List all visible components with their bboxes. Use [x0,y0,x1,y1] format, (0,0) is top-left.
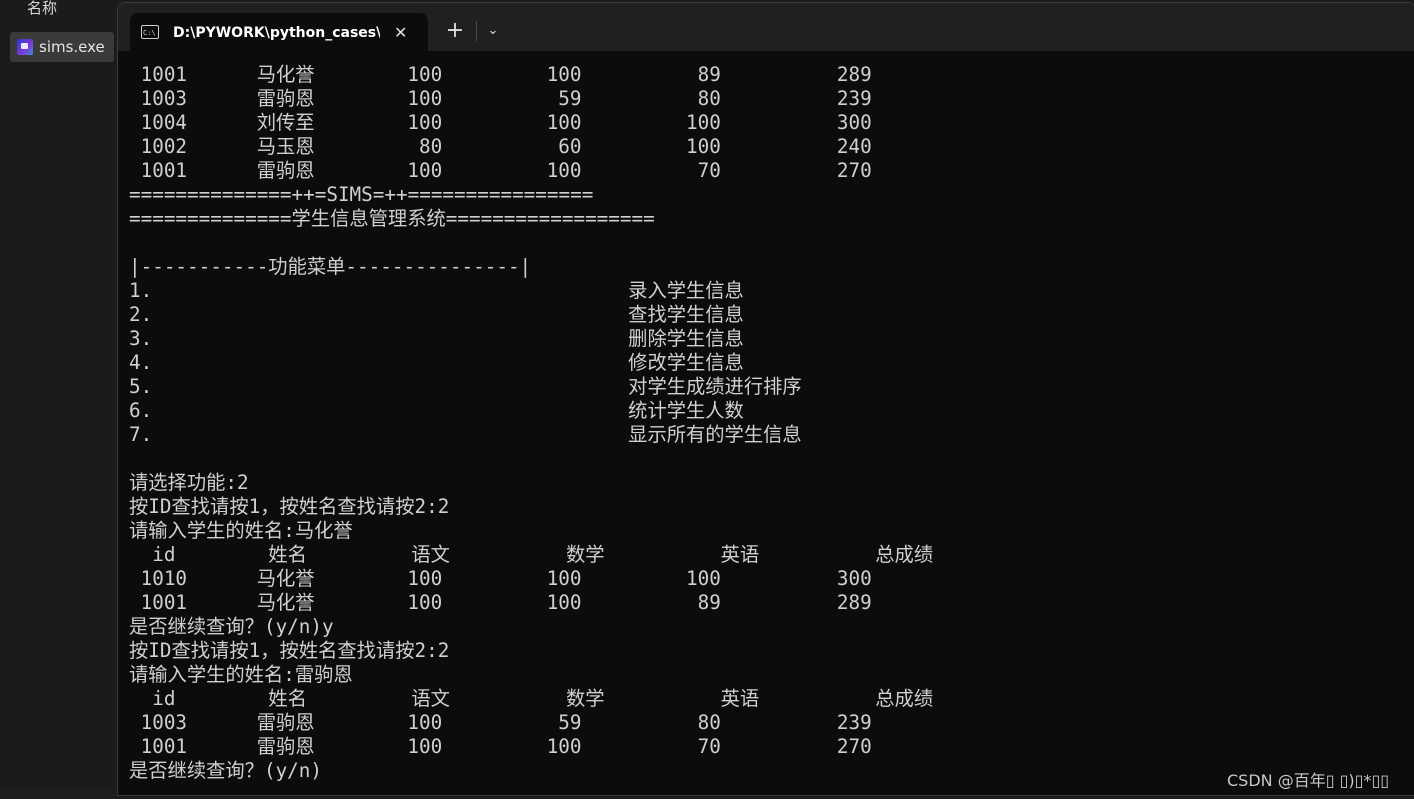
console-line: 4. 修改学生信息 [129,351,744,374]
console-line: 1010 马化誉 100 100 100 300 [129,567,872,590]
terminal-titlebar: C:\ D:\PYWORK\python_cases\1学 ✕ + ⌄ [118,3,1414,51]
console-line: 1003 雷驹恩 100 59 80 239 [129,87,872,110]
terminal-tab[interactable]: C:\ D:\PYWORK\python_cases\1学 ✕ [130,13,428,51]
terminal-window[interactable]: C:\ D:\PYWORK\python_cases\1学 ✕ + ⌄ 1001… [117,2,1414,796]
console-line: 1001 雷驹恩 100 100 70 270 [129,159,872,182]
chevron-down-icon[interactable]: ⌄ [482,19,504,43]
new-tab-button[interactable]: + [443,19,467,43]
console-line: 请输入学生的姓名:马化誉 [129,519,353,542]
tab-title: D:\PYWORK\python_cases\1学 [173,25,380,41]
console-line: 是否继续查询？(y/n) [129,759,323,782]
console-line: 1. 录入学生信息 [129,279,744,302]
console-line: 1002 马玉恩 80 60 100 240 [129,135,872,158]
console-line: |-----------功能菜单---------------| [129,255,532,278]
console-output[interactable]: 1001 马化誉 100 100 89 289 1003 雷驹恩 100 59 … [129,63,1409,783]
console-line: 1003 雷驹恩 100 59 80 239 [129,711,872,734]
file-name-label: sims.exe [39,38,105,56]
console-line: 5. 对学生成绩进行排序 [129,375,802,398]
file-item-sims-exe[interactable]: sims.exe [10,32,114,62]
console-line: 1001 马化誉 100 100 89 289 [129,591,872,614]
console-line: id 姓名 语文 数学 英语 总成绩 [129,687,934,710]
console-line: ==============学生信息管理系统================== [129,207,655,230]
console-line: 7. 显示所有的学生信息 [129,423,802,446]
console-line: id 姓名 语文 数学 英语 总成绩 [129,543,934,566]
console-line: 1004 刘传至 100 100 100 300 [129,111,872,134]
column-header-name[interactable]: 名称 [27,0,57,18]
console-line: ==============++=SIMS=++================ [129,183,594,206]
console-line: 3. 删除学生信息 [129,327,744,350]
tab-separator [476,21,477,41]
console-line: 请选择功能:2 [129,471,249,494]
close-icon[interactable]: ✕ [394,23,407,42]
console-icon: C:\ [141,25,159,39]
console-line: 按ID查找请按1，按姓名查找请按2:2 [129,495,450,518]
console-line: 1001 马化誉 100 100 89 289 [129,63,872,86]
console-line: 6. 统计学生人数 [129,399,744,422]
console-line: 是否继续查询？(y/n)y [129,615,334,638]
exe-app-icon [17,39,33,55]
csdn-watermark: CSDN @百年▯ ▯)▯*▯▯ [1227,771,1390,790]
console-line: 1001 雷驹恩 100 100 70 270 [129,735,872,758]
console-line: 2. 查找学生信息 [129,303,744,326]
console-line: 按ID查找请按1，按姓名查找请按2:2 [129,639,450,662]
console-line: 请输入学生的姓名:雷驹恩 [129,663,353,686]
